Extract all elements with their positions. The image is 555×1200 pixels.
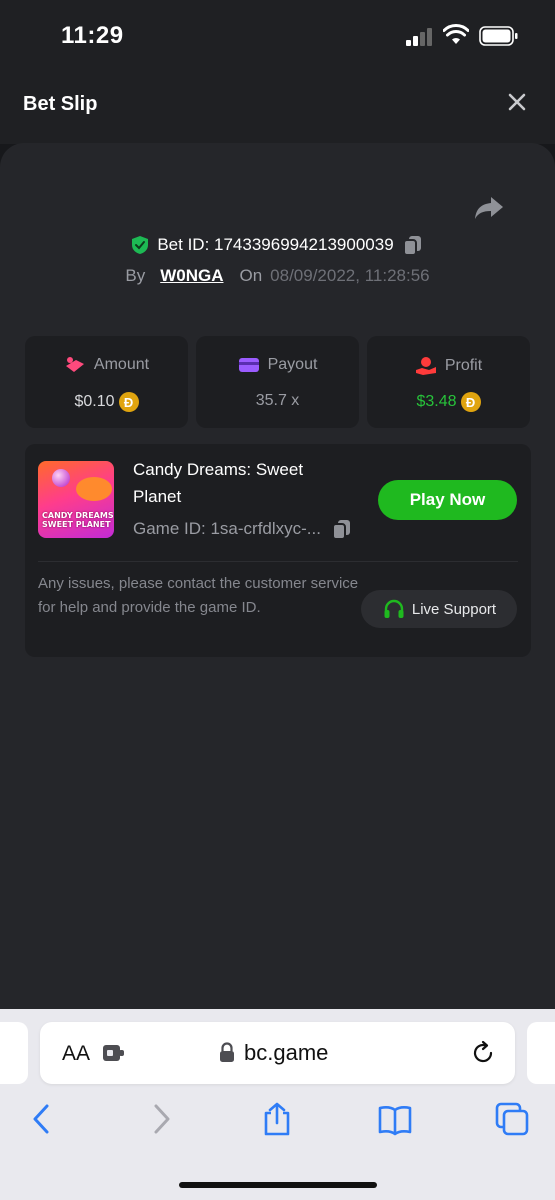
game-title: Candy Dreams: Sweet Planet <box>133 460 304 506</box>
on-label: On <box>239 266 263 285</box>
bet-date: 08/09/2022, 11:28:56 <box>270 266 430 285</box>
support-help-text: Any issues, please contact the customer … <box>38 575 359 616</box>
extension-icon[interactable] <box>102 1044 126 1062</box>
reload-icon[interactable] <box>470 1040 496 1066</box>
bet-id: Bet ID: 1743396994213900039 <box>157 235 394 254</box>
battery-icon <box>479 26 518 46</box>
address-bar[interactable]: AA bc.game <box>40 1022 515 1084</box>
copy-icon[interactable] <box>402 234 424 256</box>
close-icon[interactable] <box>503 88 531 116</box>
by-label: By <box>125 266 146 285</box>
amount-icon <box>65 357 84 372</box>
live-support-button[interactable]: Live Support <box>361 590 517 628</box>
amount-value: $0.10 <box>74 393 115 410</box>
game-id: Game ID: 1sa-crfdlxyc-... <box>133 519 321 538</box>
headset-icon <box>384 599 404 618</box>
coin-icon: Đ <box>118 392 139 412</box>
payout-label: Payout <box>267 356 318 373</box>
cellular-signal-icon <box>406 28 434 46</box>
share-sheet-icon[interactable] <box>259 1101 295 1137</box>
username-link[interactable]: W0NGA <box>160 266 223 286</box>
live-support-label: Live Support <box>411 600 497 618</box>
text-size-button[interactable]: AA <box>62 1042 90 1066</box>
profit-stat: Profit $3.48 Đ <box>367 336 530 428</box>
fish-graphic <box>76 477 112 501</box>
game-id-row: Game ID: 1sa-crfdlxyc-... <box>133 518 353 540</box>
lock-icon <box>220 1042 234 1062</box>
copy-icon[interactable] <box>331 518 353 540</box>
wifi-icon <box>443 24 469 44</box>
divider <box>38 561 518 562</box>
bet-slip-header: Bet Slip <box>0 66 555 144</box>
candy-ball-graphic <box>52 469 70 487</box>
shield-icon <box>132 236 149 254</box>
amount-stat: Amount $0.10 Đ <box>25 336 188 428</box>
back-icon[interactable] <box>24 1101 60 1137</box>
game-card: CANDY DREAMS SWEET PLANET Candy Dreams: … <box>25 444 531 657</box>
payout-stat: Payout 35.7 x <box>196 336 359 428</box>
payout-icon <box>238 358 259 372</box>
profit-value: $3.48 <box>416 393 457 410</box>
tabs-icon[interactable] <box>494 1101 530 1137</box>
payout-value: 35.7 x <box>255 392 300 409</box>
home-indicator <box>179 1182 377 1188</box>
profit-icon <box>415 357 436 375</box>
amount-label: Amount <box>93 356 150 373</box>
bookmarks-icon[interactable] <box>377 1101 413 1137</box>
bet-id-row: Bet ID: 1743396994213900039 <box>0 233 555 257</box>
profit-label: Profit <box>444 357 483 374</box>
share-icon[interactable] <box>473 193 505 223</box>
game-thumbnail[interactable]: CANDY DREAMS SWEET PLANET <box>38 461 114 538</box>
play-now-button[interactable]: Play Now <box>378 480 517 520</box>
bet-byline: By W0NGA On 08/09/2022, 11:28:56 <box>0 266 555 286</box>
status-time: 11:29 <box>61 22 124 49</box>
next-tab-preview[interactable] <box>527 1022 555 1084</box>
previous-tab-preview[interactable] <box>0 1022 28 1084</box>
forward-icon[interactable] <box>143 1101 179 1137</box>
status-bar: 11:29 <box>0 0 555 66</box>
url-text: bc.game <box>244 1040 329 1065</box>
game-thumbnail-text: CANDY DREAMS SWEET PLANET <box>42 511 114 529</box>
page-title: Bet Slip <box>23 93 98 115</box>
coin-icon: Đ <box>460 392 481 412</box>
